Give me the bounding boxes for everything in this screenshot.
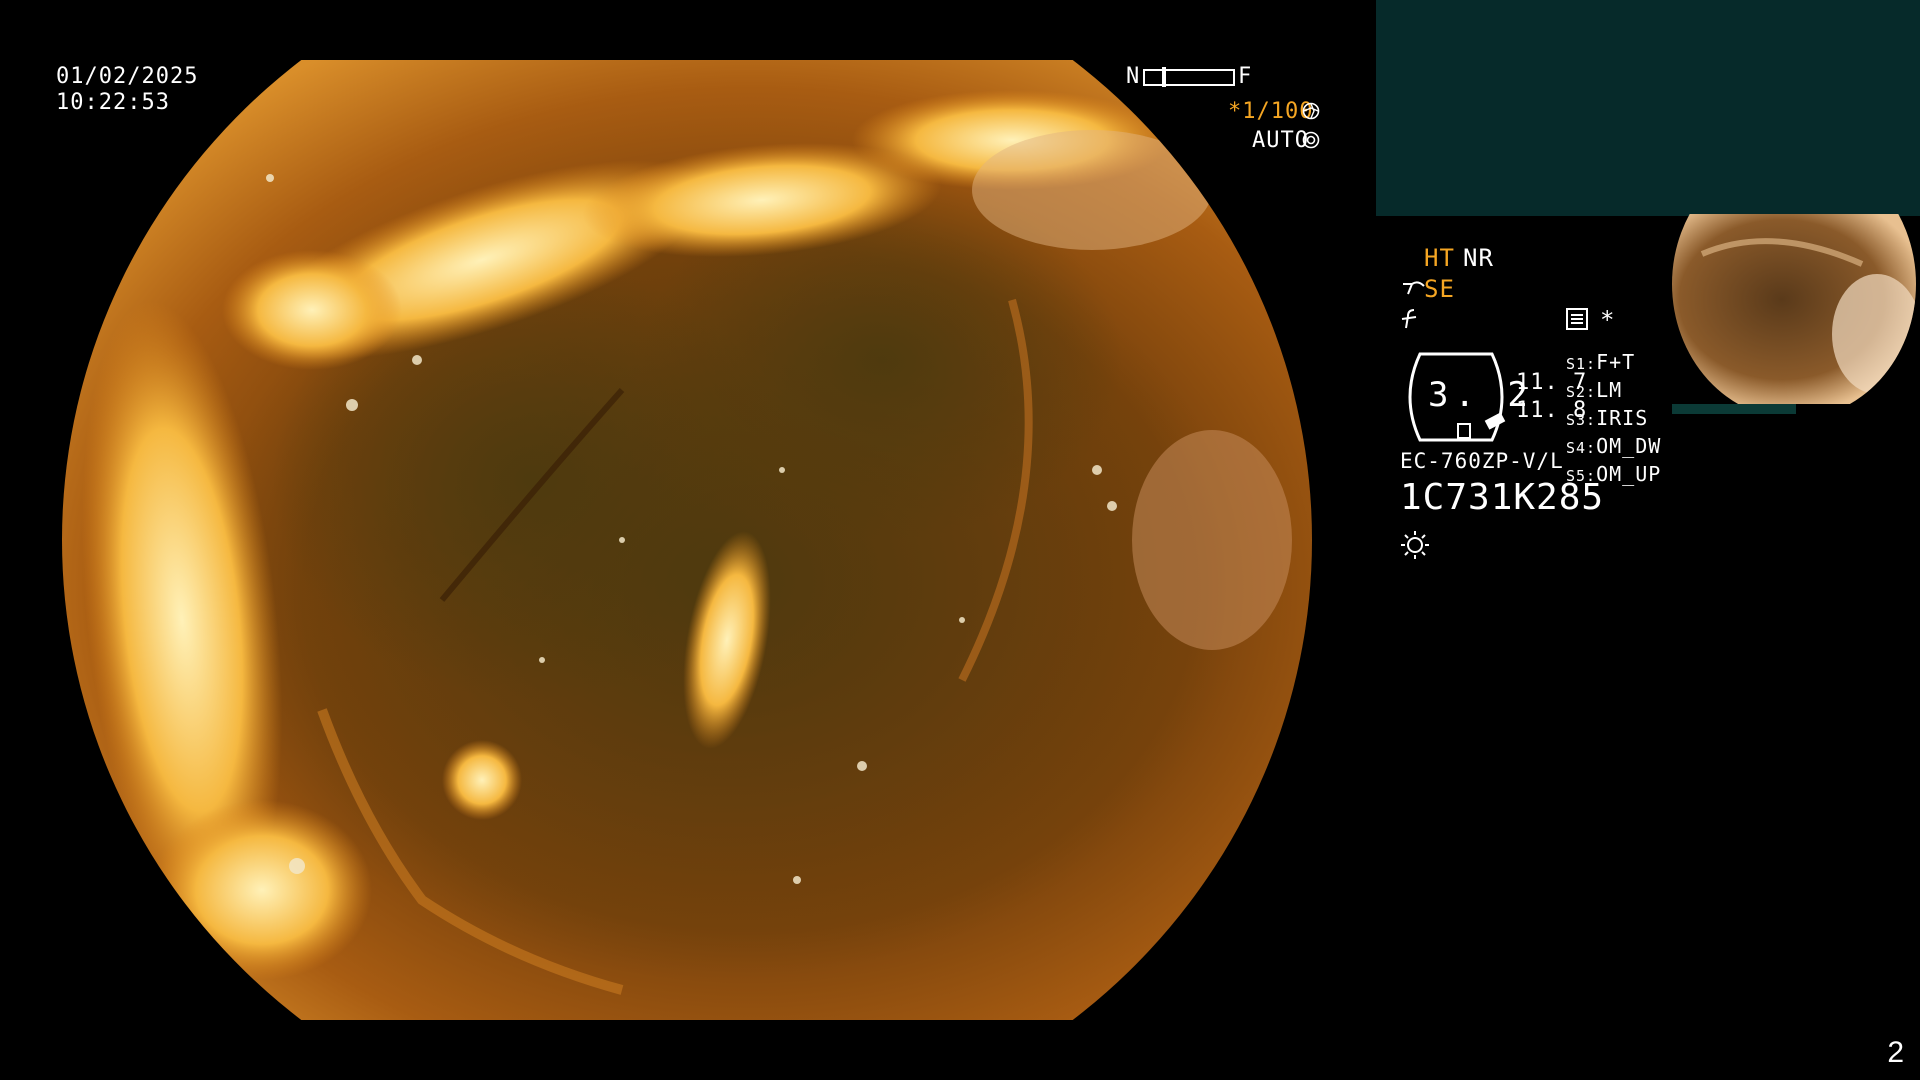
focus-far-label: F: [1238, 64, 1253, 89]
image-mode-icon: [1566, 308, 1588, 330]
date-label: 01/02/2025: [56, 64, 199, 89]
thumbnail-status-bar: [1672, 404, 1796, 414]
nr-indicator: NR: [1463, 244, 1494, 272]
sun-icon: [1401, 531, 1429, 559]
scope-model: EC-760ZP-V/L: [1400, 449, 1564, 473]
freeze-icon: [1401, 309, 1417, 329]
switch-row: S4:OM_DW: [1566, 434, 1662, 458]
focus-near-label: N: [1126, 64, 1141, 89]
iris-icon: [1302, 131, 1320, 149]
endoscope-view: [62, 60, 1312, 1020]
focus-bar: [1143, 67, 1235, 87]
shutter-speed: *1/100: [1228, 99, 1314, 124]
switch-row: S1:F+T: [1566, 350, 1636, 374]
star-indicator: *: [1600, 306, 1616, 334]
scope-serial: 1C731K285: [1400, 477, 1605, 518]
switch-row: S2:LM: [1566, 378, 1623, 402]
time-label: 10:22:53: [56, 90, 170, 115]
secondary-display-panel: [1376, 0, 1920, 216]
page-number: 2: [1887, 1036, 1904, 1069]
aperture-icon: [1302, 102, 1320, 120]
switch-list: S1:F+T S2:LM S3:IRIS S4:OM_DW S5:OM_UP: [1566, 349, 1661, 489]
switch-row: S3:IRIS: [1566, 406, 1649, 430]
se-indicator: SE: [1424, 275, 1455, 303]
iris-mode: AUTO: [1252, 128, 1309, 153]
captured-thumbnail[interactable]: [1672, 214, 1916, 404]
se-mode-icon: [1403, 281, 1425, 295]
ht-indicator: HT: [1424, 244, 1455, 272]
